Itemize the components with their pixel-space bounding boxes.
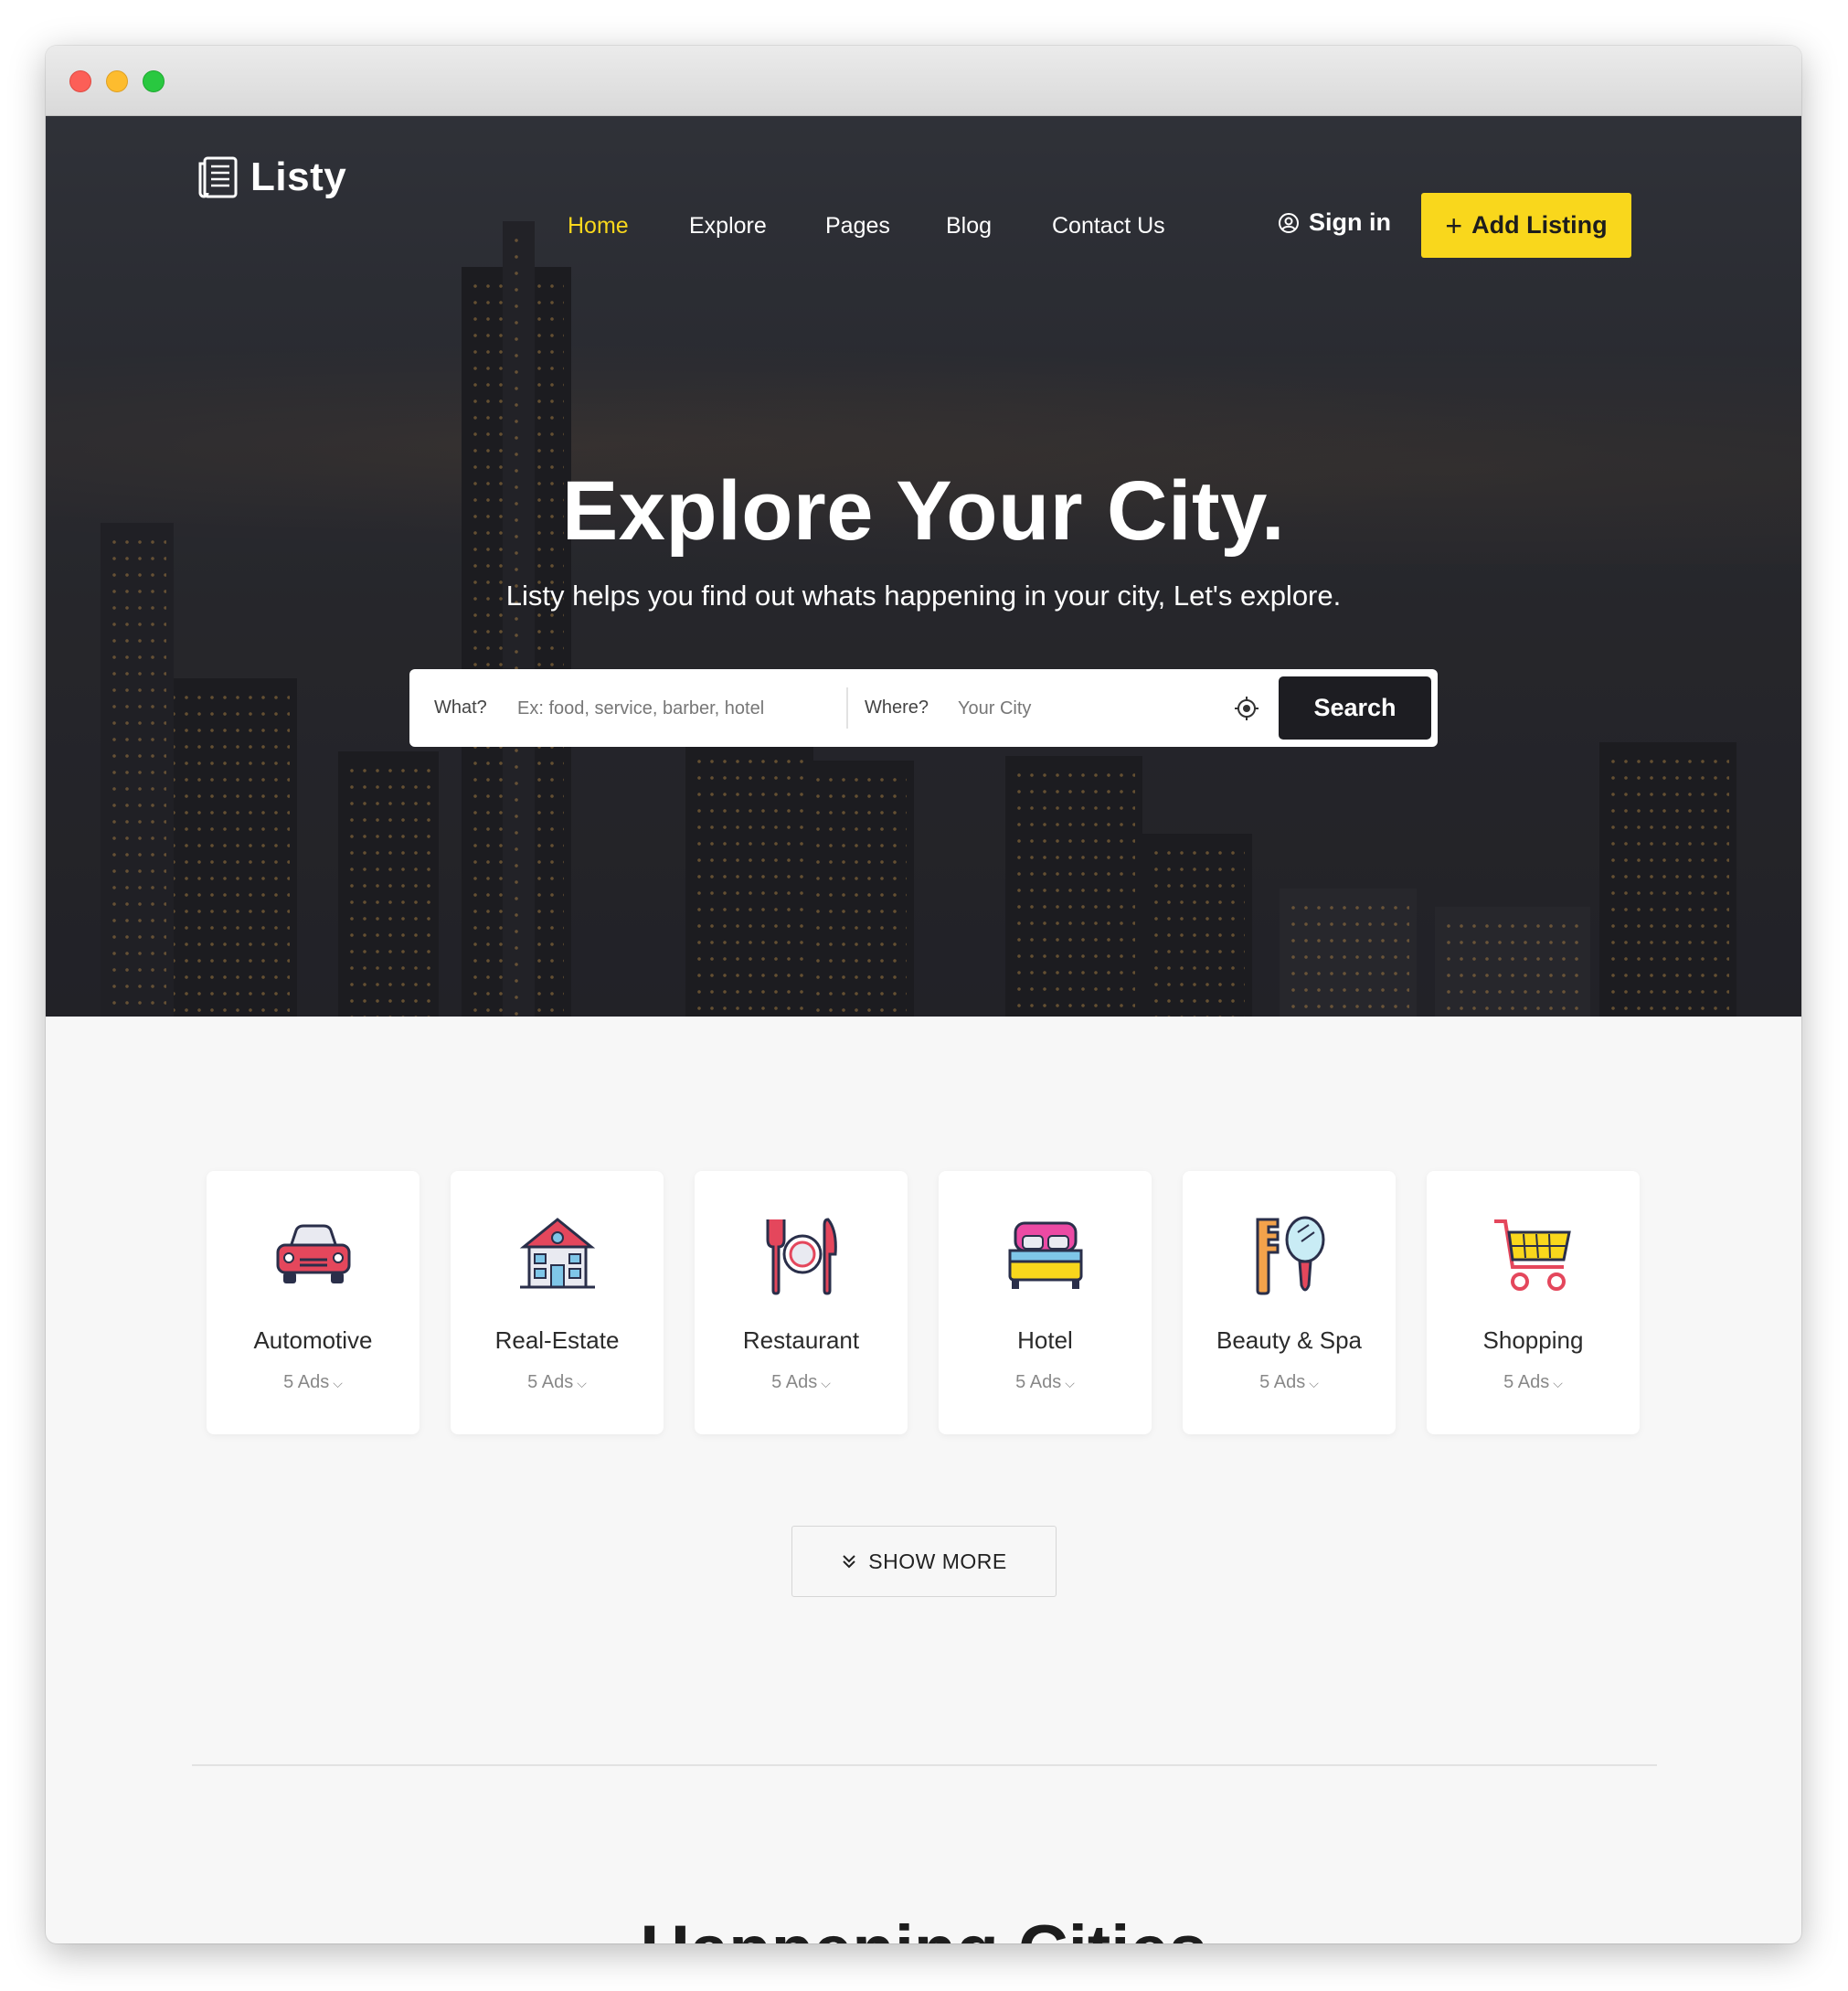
what-search-input[interactable]: [517, 686, 828, 731]
plus-icon: +: [1445, 208, 1463, 242]
double-chevron-down-icon: [843, 1555, 855, 1569]
chevron-down-icon: ⌵: [821, 1376, 831, 1390]
category-name: Restaurant: [742, 1326, 860, 1354]
brand-name: Listy: [250, 154, 347, 199]
chevron-down-icon: ⌵: [333, 1376, 343, 1390]
category-count: 5 Ads ⌵: [1427, 1372, 1640, 1393]
ads-count: 5 Ads: [1503, 1372, 1550, 1392]
add-listing-button[interactable]: + Add Listing: [1421, 193, 1631, 258]
section-divider: [192, 1764, 1657, 1766]
category-count: 5 Ads ⌵: [939, 1372, 1152, 1393]
add-listing-label: Add Listing: [1471, 211, 1608, 239]
chevron-down-icon: ⌵: [1309, 1376, 1319, 1390]
category-name: Shopping: [1482, 1326, 1584, 1354]
sign-in-link[interactable]: Sign in: [1278, 208, 1391, 237]
locate-me-icon[interactable]: [1234, 696, 1259, 721]
brand-logo[interactable]: Listy: [196, 154, 346, 200]
category-card-automotive[interactable]: Automotive 5 Ads ⌵: [207, 1171, 420, 1434]
category-card-real-estate[interactable]: Real-Estate 5 Ads ⌵: [451, 1171, 664, 1434]
show-more-button[interactable]: SHOW MORE: [791, 1526, 1057, 1597]
browser-window: Listy Home Explore Pages Blog Contact Us…: [46, 46, 1801, 1943]
chevron-down-icon: ⌵: [577, 1376, 587, 1390]
what-label: What?: [434, 697, 487, 718]
category-count: 5 Ads ⌵: [695, 1372, 908, 1393]
category-card-beauty-spa[interactable]: Beauty & Spa 5 Ads ⌵: [1183, 1171, 1396, 1434]
user-circle-icon: [1279, 212, 1299, 233]
category-name: Hotel: [1017, 1326, 1073, 1354]
search-button[interactable]: Search: [1279, 676, 1431, 740]
bed-icon: [1008, 1221, 1083, 1289]
window-titlebar: [46, 46, 1801, 116]
search-divider: [846, 687, 848, 729]
house-icon: [519, 1218, 596, 1289]
hero-title: Explore Your City.: [561, 464, 1286, 558]
category-name: Beauty & Spa: [1216, 1326, 1362, 1354]
nav-explore[interactable]: Explore: [689, 213, 767, 240]
chevron-down-icon: ⌵: [1065, 1376, 1075, 1390]
category-card-hotel[interactable]: Hotel 5 Ads ⌵: [939, 1171, 1152, 1434]
where-label: Where?: [865, 697, 929, 718]
category-count: 5 Ads ⌵: [451, 1372, 664, 1393]
category-name: Real-Estate: [494, 1326, 620, 1354]
ads-count: 5 Ads: [1259, 1372, 1306, 1392]
shopping-cart-icon: [1494, 1219, 1571, 1291]
category-card-shopping[interactable]: Shopping 5 Ads ⌵: [1427, 1171, 1640, 1434]
chevron-down-icon: ⌵: [1553, 1376, 1563, 1390]
newspaper-logo-icon: [198, 156, 238, 198]
ads-count: 5 Ads: [527, 1372, 574, 1392]
ads-count: 5 Ads: [1015, 1372, 1062, 1392]
where-search-input[interactable]: [958, 686, 1223, 731]
show-more-label: SHOW MORE: [868, 1549, 1007, 1573]
category-name: Automotive: [253, 1326, 373, 1354]
category-card-restaurant[interactable]: Restaurant 5 Ads ⌵: [695, 1171, 908, 1434]
category-count: 5 Ads ⌵: [1183, 1372, 1396, 1393]
hero-subtitle: Listy helps you find out whats happening…: [505, 580, 1342, 612]
ads-count: 5 Ads: [283, 1372, 330, 1392]
sign-in-label: Sign in: [1309, 208, 1391, 236]
search-bar: What? Where? Search: [409, 669, 1438, 747]
maximize-window-button[interactable]: [143, 70, 165, 92]
car-icon: [276, 1224, 351, 1283]
nav-home[interactable]: Home: [568, 213, 629, 240]
nav-blog[interactable]: Blog: [946, 213, 992, 240]
happening-cities-title: Happening Cities: [46, 1911, 1801, 1943]
restaurant-icon: [766, 1218, 837, 1295]
ads-count: 5 Ads: [771, 1372, 818, 1392]
nav-pages[interactable]: Pages: [825, 213, 890, 240]
minimize-window-button[interactable]: [106, 70, 128, 92]
nav-contact-us[interactable]: Contact Us: [1052, 213, 1165, 240]
hero-section: Listy Home Explore Pages Blog Contact Us…: [46, 116, 1801, 1017]
close-window-button[interactable]: [69, 70, 91, 92]
category-count: 5 Ads ⌵: [207, 1372, 420, 1393]
comb-mirror-icon: [1256, 1216, 1325, 1295]
